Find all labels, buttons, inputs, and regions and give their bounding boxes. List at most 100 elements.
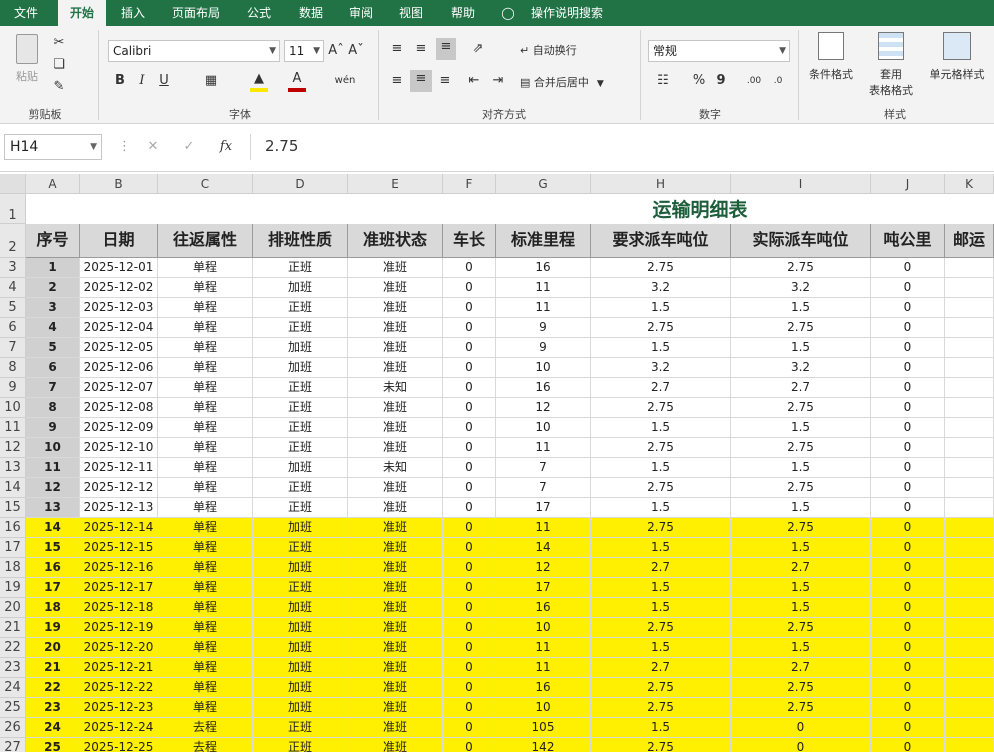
cell-h4[interactable]: 3.2 <box>591 278 731 298</box>
cell-f16[interactable]: 0 <box>443 518 496 538</box>
column-header-h[interactable]: H <box>591 174 731 194</box>
cell-a10[interactable]: 8 <box>26 398 80 418</box>
increase-indent-icon[interactable]: ⇥ <box>488 72 508 90</box>
cell-d13[interactable]: 加班 <box>253 458 348 478</box>
cell-g13[interactable]: 7 <box>496 458 591 478</box>
orientation-icon[interactable]: ⇗ <box>466 40 490 58</box>
cell-e21[interactable]: 准班 <box>348 618 443 638</box>
header-cell-e[interactable]: 准班状态 <box>348 224 443 258</box>
cell-e24[interactable]: 准班 <box>348 678 443 698</box>
cell-j23[interactable]: 0 <box>871 658 945 678</box>
header-cell-d[interactable]: 排班性质 <box>253 224 348 258</box>
cell-i13[interactable]: 1.5 <box>731 458 871 478</box>
cell-d18[interactable]: 加班 <box>253 558 348 578</box>
cell-e16[interactable]: 准班 <box>348 518 443 538</box>
header-cell-f[interactable]: 车长 <box>443 224 496 258</box>
cell-g17[interactable]: 14 <box>496 538 591 558</box>
row-header-6[interactable]: 6 <box>0 318 26 338</box>
number-format-select[interactable]: 常规 ▼ <box>648 40 790 62</box>
cell-i18[interactable]: 2.7 <box>731 558 871 578</box>
cell-k21[interactable] <box>945 618 994 638</box>
cell-a22[interactable]: 20 <box>26 638 80 658</box>
cell-j13[interactable]: 0 <box>871 458 945 478</box>
cell-f19[interactable]: 0 <box>443 578 496 598</box>
row-header-8[interactable]: 8 <box>0 358 26 378</box>
cell-a6[interactable]: 4 <box>26 318 80 338</box>
cell-k23[interactable] <box>945 658 994 678</box>
header-cell-c[interactable]: 往返属性 <box>158 224 253 258</box>
cell-f22[interactable]: 0 <box>443 638 496 658</box>
cell-a26[interactable]: 24 <box>26 718 80 738</box>
cell-f26[interactable]: 0 <box>443 718 496 738</box>
cell-i16[interactable]: 2.75 <box>731 518 871 538</box>
row-header-22[interactable]: 22 <box>0 638 26 658</box>
cell-a11[interactable]: 9 <box>26 418 80 438</box>
cell-i11[interactable]: 1.5 <box>731 418 871 438</box>
cell-i23[interactable]: 2.7 <box>731 658 871 678</box>
row-header-13[interactable]: 13 <box>0 458 26 478</box>
cell-f14[interactable]: 0 <box>443 478 496 498</box>
cell-k9[interactable] <box>945 378 994 398</box>
cell-a17[interactable]: 15 <box>26 538 80 558</box>
cell-k17[interactable] <box>945 538 994 558</box>
cell-g7[interactable]: 9 <box>496 338 591 358</box>
cell-e12[interactable]: 准班 <box>348 438 443 458</box>
cell-j22[interactable]: 0 <box>871 638 945 658</box>
comma-style-button[interactable]: 9 <box>714 72 728 90</box>
cell-j3[interactable]: 0 <box>871 258 945 278</box>
cell-h22[interactable]: 1.5 <box>591 638 731 658</box>
header-cell-g[interactable]: 标准里程 <box>496 224 591 258</box>
cell-e7[interactable]: 准班 <box>348 338 443 358</box>
cell-h25[interactable]: 2.75 <box>591 698 731 718</box>
cell-k27[interactable] <box>945 738 994 752</box>
cell-k14[interactable] <box>945 478 994 498</box>
cell-d16[interactable]: 加班 <box>253 518 348 538</box>
cell-d7[interactable]: 加班 <box>253 338 348 358</box>
header-cell-h[interactable]: 要求派车吨位 <box>591 224 731 258</box>
column-header-d[interactable]: D <box>253 174 348 194</box>
cell-j5[interactable]: 0 <box>871 298 945 318</box>
row-header-14[interactable]: 14 <box>0 478 26 498</box>
cell-g9[interactable]: 16 <box>496 378 591 398</box>
cell-g12[interactable]: 11 <box>496 438 591 458</box>
cell-i5[interactable]: 1.5 <box>731 298 871 318</box>
cell-j14[interactable]: 0 <box>871 478 945 498</box>
currency-icon[interactable]: ☷ <box>650 72 676 90</box>
cell-f20[interactable]: 0 <box>443 598 496 618</box>
row-header-11[interactable]: 11 <box>0 418 26 438</box>
cell-f27[interactable]: 0 <box>443 738 496 752</box>
column-header-b[interactable]: B <box>80 174 158 194</box>
cell-g15[interactable]: 17 <box>496 498 591 518</box>
cell-d12[interactable]: 正班 <box>253 438 348 458</box>
tab-help[interactable]: 帮助 <box>440 0 486 26</box>
cell-a16[interactable]: 14 <box>26 518 80 538</box>
name-box[interactable]: H14 ▼ <box>4 134 102 160</box>
cell-d14[interactable]: 正班 <box>253 478 348 498</box>
cell-e9[interactable]: 未知 <box>348 378 443 398</box>
cell-k19[interactable] <box>945 578 994 598</box>
cell-c23[interactable]: 单程 <box>158 658 253 678</box>
cell-g8[interactable]: 10 <box>496 358 591 378</box>
row-header-2[interactable]: 2 <box>0 224 26 258</box>
select-all-corner[interactable] <box>0 174 26 194</box>
row-header-4[interactable]: 4 <box>0 278 26 298</box>
cell-c8[interactable]: 单程 <box>158 358 253 378</box>
cell-f7[interactable]: 0 <box>443 338 496 358</box>
cell-j16[interactable]: 0 <box>871 518 945 538</box>
cell-e26[interactable]: 准班 <box>348 718 443 738</box>
format-painter-icon[interactable]: ✎ <box>50 78 68 96</box>
borders-icon[interactable]: ▦ <box>202 72 220 90</box>
cell-i27[interactable]: 0 <box>731 738 871 752</box>
cell-h21[interactable]: 2.75 <box>591 618 731 638</box>
cell-a15[interactable]: 13 <box>26 498 80 518</box>
row-header-19[interactable]: 19 <box>0 578 26 598</box>
cell-k3[interactable] <box>945 258 994 278</box>
cell-j18[interactable]: 0 <box>871 558 945 578</box>
cell-a7[interactable]: 5 <box>26 338 80 358</box>
cell-c19[interactable]: 单程 <box>158 578 253 598</box>
cell-d10[interactable]: 正班 <box>253 398 348 418</box>
cell-j10[interactable]: 0 <box>871 398 945 418</box>
cell-h24[interactable]: 2.75 <box>591 678 731 698</box>
align-left-icon[interactable]: ≡ <box>388 72 406 90</box>
cell-i3[interactable]: 2.75 <box>731 258 871 278</box>
